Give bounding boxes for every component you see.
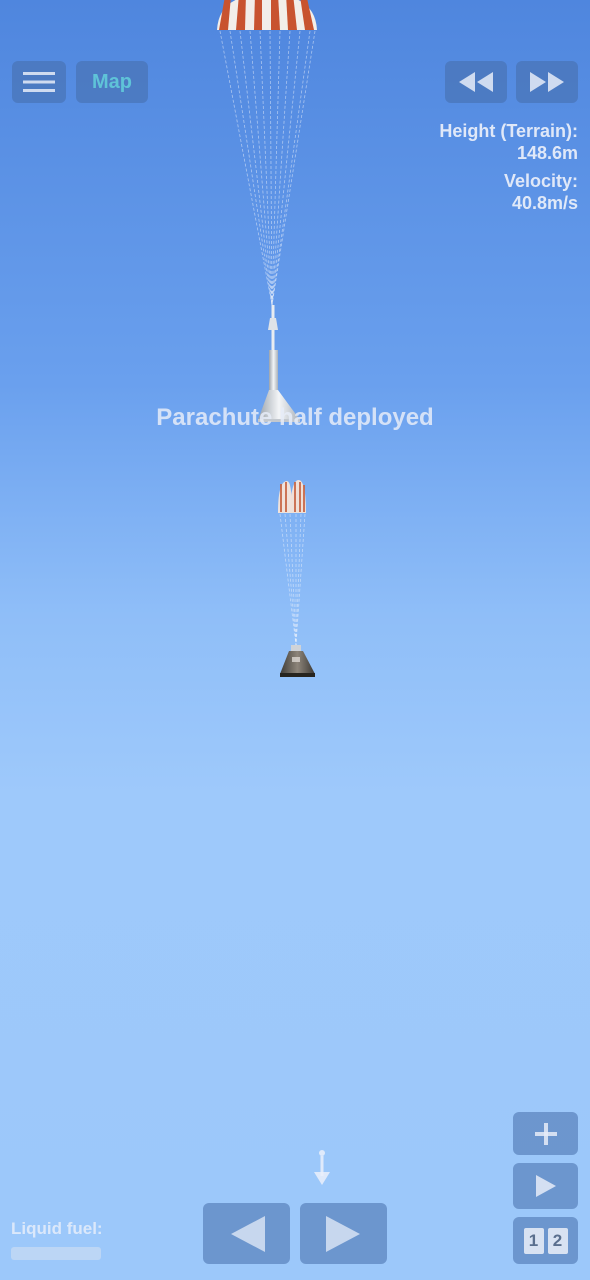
- rewind-button[interactable]: [445, 61, 507, 103]
- height-label: Height (Terrain):: [439, 121, 578, 141]
- velocity-readout: Velocity: 40.8m/s: [504, 170, 578, 214]
- velocity-label: Velocity:: [503, 171, 578, 191]
- status-message: Parachute half deployed: [156, 404, 434, 431]
- triangle-right-icon: [325, 1215, 360, 1252]
- fast-forward-button[interactable]: [516, 61, 578, 103]
- rewind-icon: [459, 72, 493, 92]
- drogue-parachutes: [278, 479, 306, 646]
- height-value: 148.6m: [516, 143, 578, 163]
- stage-selector[interactable]: 1 2: [513, 1217, 578, 1264]
- velocity-value: 40.8m/s: [511, 193, 578, 213]
- fast-forward-icon: [530, 72, 564, 92]
- fuel-gauge: [11, 1247, 101, 1260]
- map-button-label: Map: [92, 70, 132, 93]
- stage-1[interactable]: 1: [523, 1227, 544, 1254]
- zoom-in-button[interactable]: [513, 1112, 578, 1155]
- game-scene: [217, 0, 317, 677]
- plus-icon: [534, 1122, 557, 1145]
- hamburger-icon: [23, 72, 55, 92]
- rotate-right-button[interactable]: [300, 1203, 387, 1264]
- menu-button[interactable]: [12, 61, 66, 103]
- triangle-left-icon: [230, 1215, 265, 1252]
- capsule: [280, 645, 315, 677]
- down-arrow-icon: [314, 1150, 330, 1185]
- stage-2[interactable]: 2: [547, 1227, 568, 1254]
- height-readout: Height (Terrain): 148.6m: [439, 120, 578, 164]
- map-button[interactable]: Map: [76, 61, 148, 103]
- main-parachute: [217, 0, 317, 306]
- rotate-left-button[interactable]: [203, 1203, 290, 1264]
- play-button[interactable]: [513, 1163, 578, 1209]
- fuel-label: Liquid fuel:: [11, 1219, 103, 1238]
- play-icon: [535, 1175, 556, 1197]
